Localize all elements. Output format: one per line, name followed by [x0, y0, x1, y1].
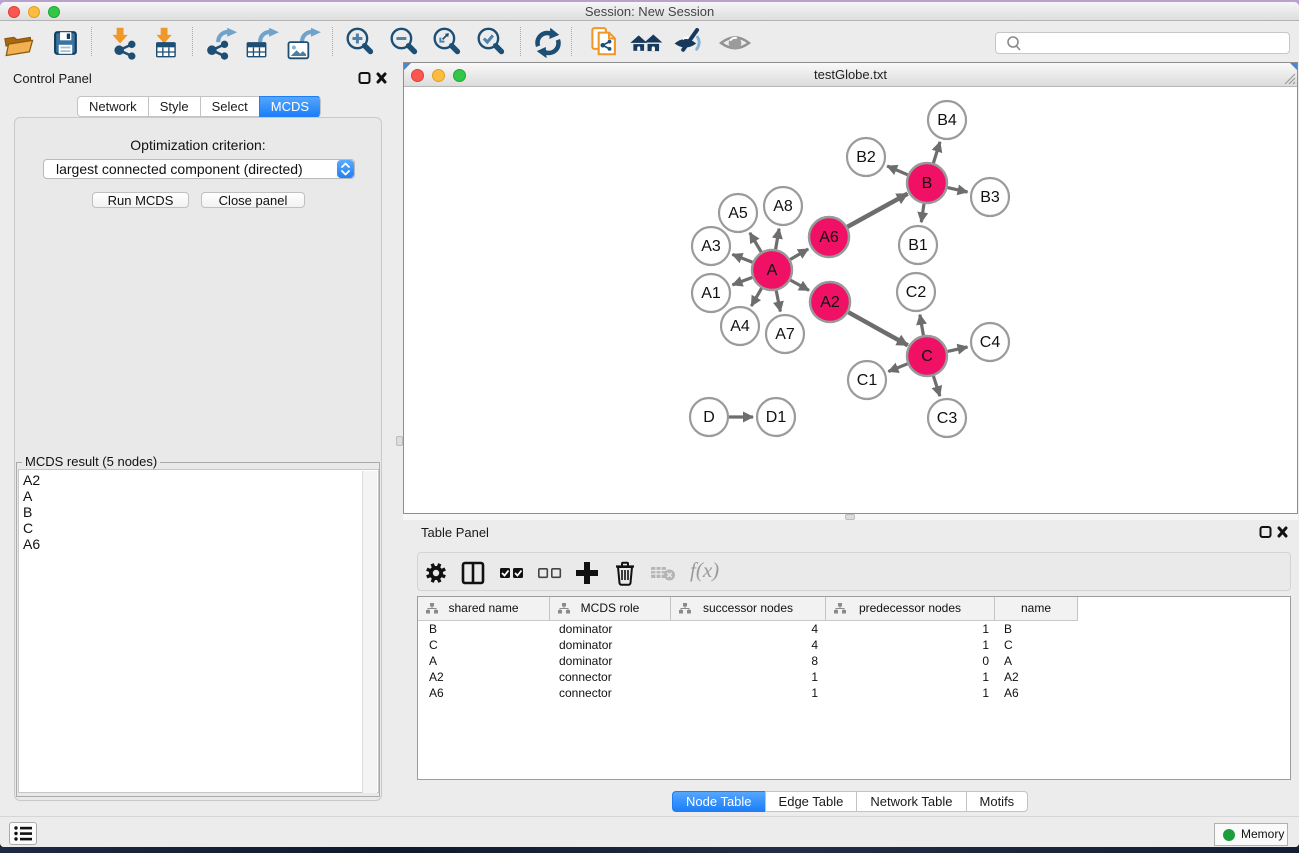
- svg-text:C4: C4: [980, 334, 1001, 351]
- svg-text:A4: A4: [730, 318, 750, 335]
- svg-text:C: C: [921, 348, 933, 365]
- svg-text:C2: C2: [906, 284, 927, 301]
- svg-text:A3: A3: [701, 238, 721, 255]
- svg-text:D1: D1: [766, 409, 787, 426]
- svg-text:A6: A6: [819, 229, 839, 246]
- svg-text:B3: B3: [980, 189, 1000, 206]
- svg-text:A1: A1: [701, 285, 721, 302]
- svg-text:B2: B2: [856, 149, 876, 166]
- svg-text:D: D: [703, 409, 715, 426]
- svg-text:C3: C3: [937, 410, 958, 427]
- svg-text:A7: A7: [775, 326, 795, 343]
- svg-text:B1: B1: [908, 237, 928, 254]
- svg-text:A8: A8: [773, 198, 793, 215]
- svg-text:B: B: [922, 175, 933, 192]
- svg-text:B4: B4: [937, 112, 957, 129]
- svg-text:A2: A2: [820, 294, 840, 311]
- svg-text:C1: C1: [857, 372, 878, 389]
- svg-text:A5: A5: [728, 205, 748, 222]
- svg-text:A: A: [767, 262, 778, 279]
